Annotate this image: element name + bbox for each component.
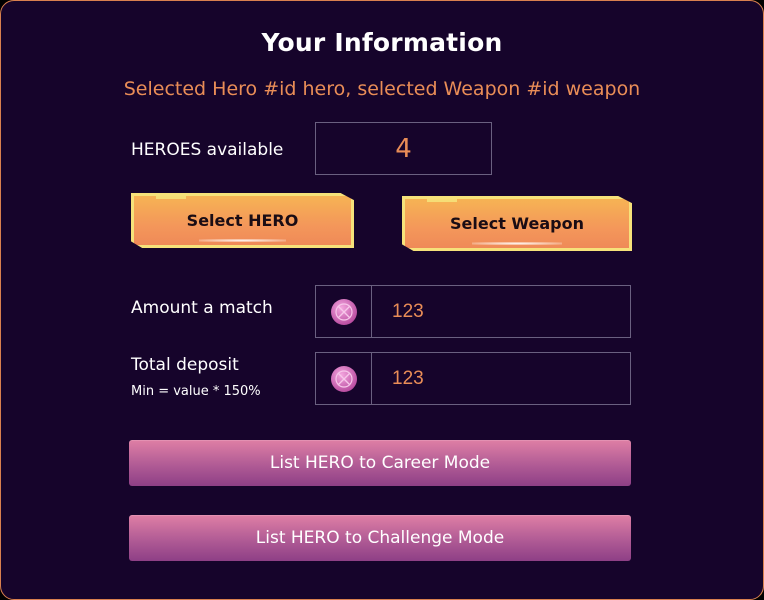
heroes-available-label: HEROES available bbox=[131, 140, 284, 160]
total-deposit-hint: Min = value * 150% bbox=[131, 384, 261, 399]
total-deposit-label: Total deposit bbox=[131, 355, 239, 375]
select-weapon-label: Select Weapon bbox=[450, 214, 584, 233]
info-panel: Your Information Selected Hero #id hero,… bbox=[0, 0, 764, 600]
amount-token-cell bbox=[316, 286, 372, 337]
list-career-mode-button[interactable]: List HERO to Career Mode bbox=[129, 440, 631, 486]
list-challenge-mode-button[interactable]: List HERO to Challenge Mode bbox=[129, 515, 631, 561]
amount-match-value: 123 bbox=[392, 300, 424, 322]
selection-summary: Selected Hero #id hero, selected Weapon … bbox=[123, 78, 641, 100]
select-hero-label: Select HERO bbox=[186, 211, 299, 230]
total-deposit-value: 123 bbox=[392, 367, 424, 389]
amount-match-label: Amount a match bbox=[131, 298, 273, 318]
token-coin-icon bbox=[330, 365, 357, 392]
select-weapon-button[interactable]: Select Weapon bbox=[402, 196, 632, 251]
deposit-token-cell bbox=[316, 353, 372, 404]
heroes-available-count: 4 bbox=[315, 122, 492, 175]
token-coin-icon bbox=[330, 298, 357, 325]
page-title: Your Information bbox=[261, 28, 503, 57]
amount-match-field[interactable]: 123 bbox=[315, 285, 631, 338]
total-deposit-field[interactable]: 123 bbox=[315, 352, 631, 405]
select-hero-button[interactable]: Select HERO bbox=[131, 193, 354, 248]
